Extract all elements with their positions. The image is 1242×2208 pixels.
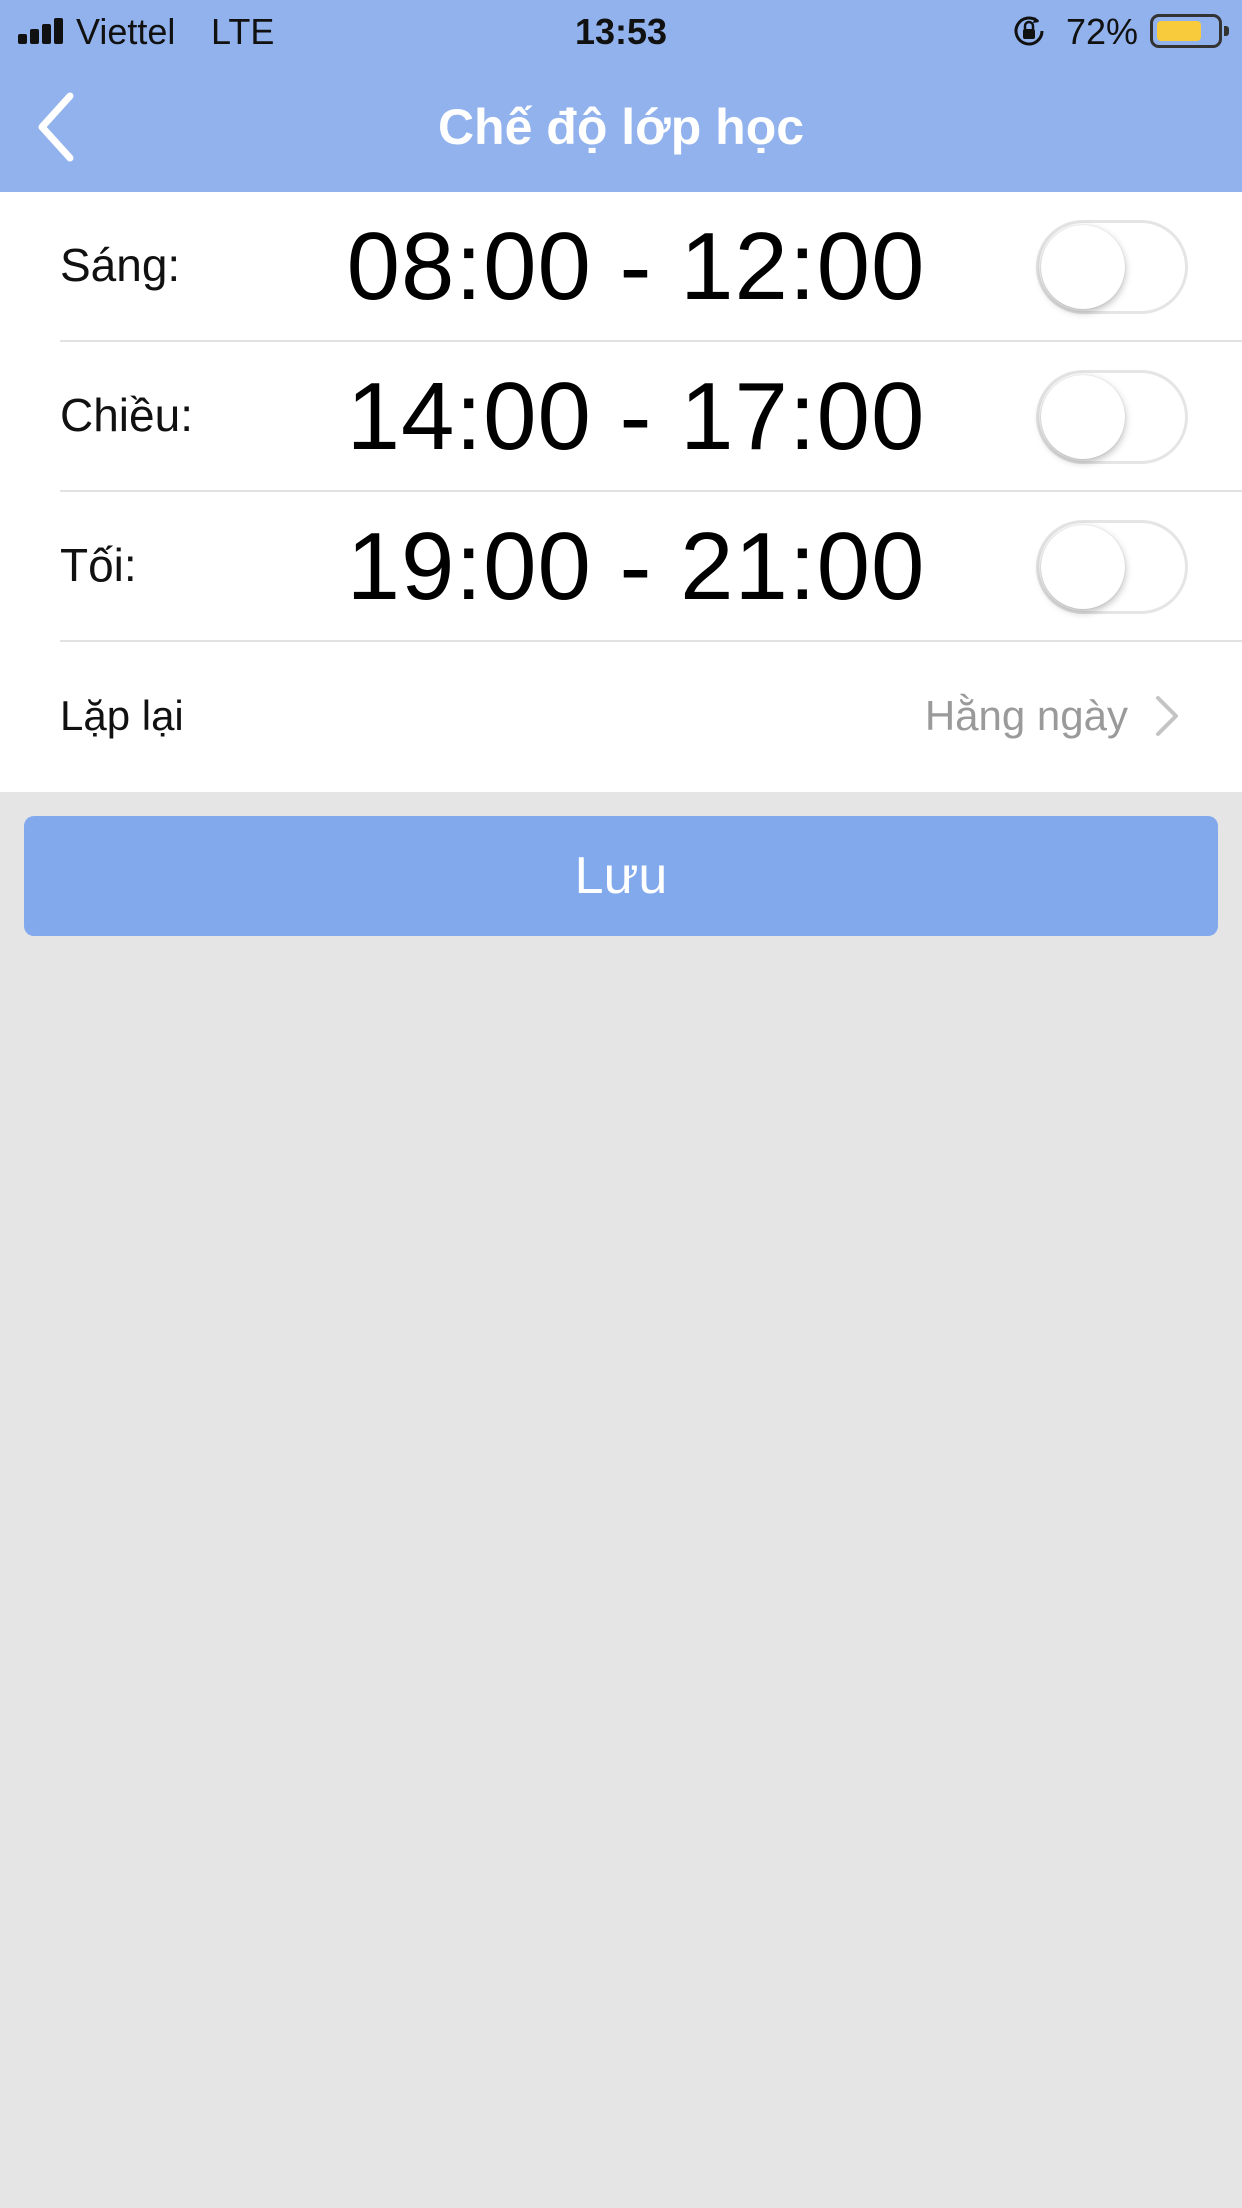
navigation-bar: Chế độ lớp học bbox=[0, 62, 1242, 192]
chevron-right-icon bbox=[1156, 696, 1178, 736]
schedule-card: Sáng: 08:00 - 12:00 Chiều: 14:00 - 17:00… bbox=[0, 192, 1242, 792]
battery-percent: 72% bbox=[1066, 11, 1139, 52]
morning-toggle[interactable] bbox=[1036, 220, 1188, 314]
time-range[interactable]: 19:00 - 21:00 bbox=[300, 512, 972, 622]
schedule-row-afternoon: Chiều: 14:00 - 17:00 bbox=[0, 342, 1242, 492]
repeat-row[interactable]: Lặp lại Hằng ngày bbox=[0, 642, 1242, 792]
schedule-row-morning: Sáng: 08:00 - 12:00 bbox=[0, 192, 1242, 342]
battery-icon bbox=[1150, 14, 1229, 48]
repeat-label: Lặp lại bbox=[60, 692, 184, 739]
status-bar: Viettel LTE 13:53 72% bbox=[0, 0, 1242, 62]
time-range[interactable]: 08:00 - 12:00 bbox=[300, 212, 972, 322]
row-label: Tối: bbox=[60, 539, 137, 591]
status-time: 13:53 bbox=[574, 11, 668, 52]
app-header: Viettel LTE 13:53 72% Chế độ lớp học bbox=[0, 0, 1242, 192]
afternoon-toggle[interactable] bbox=[1036, 370, 1188, 464]
repeat-value: Hằng ngày bbox=[924, 692, 1128, 739]
page-title: Chế độ lớp học bbox=[437, 99, 805, 155]
time-range[interactable]: 14:00 - 17:00 bbox=[300, 362, 972, 472]
save-button[interactable]: Lưu bbox=[24, 816, 1218, 936]
evening-toggle[interactable] bbox=[1036, 520, 1188, 614]
row-label: Sáng: bbox=[60, 239, 181, 291]
orientation-lock-icon bbox=[1014, 16, 1044, 46]
row-label: Chiều: bbox=[60, 389, 193, 441]
schedule-row-evening: Tối: 19:00 - 21:00 bbox=[0, 492, 1242, 642]
